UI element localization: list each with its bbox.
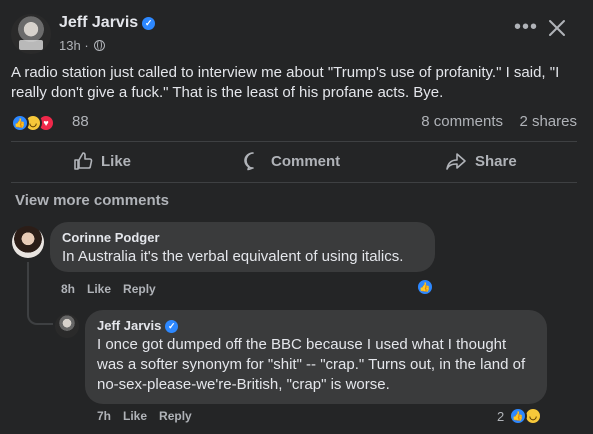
share-icon [446,153,466,170]
more-options-icon[interactable]: ••• [514,17,538,37]
reply-reaction-count[interactable]: 2 [497,409,504,424]
share-button[interactable]: Share [445,143,517,179]
reply-actions: 7h Like Reply [97,409,192,423]
post-header: Jeff Jarvis ✓ 13h · ••• [11,12,582,58]
verified-badge-icon: ✓ [165,320,179,333]
comment-bubble: Corinne Podger In Australia it's the ver… [50,222,435,272]
comments-count[interactable]: 8 comments [421,113,503,130]
comment-time[interactable]: 8h [61,282,75,296]
comment-like-icon[interactable]: 👍 [416,278,434,296]
like-button[interactable]: Like [73,143,131,179]
reply-author-name[interactable]: Jeff Jarvis [97,318,161,333]
share-button-label: Share [475,152,517,170]
like-icon[interactable]: 👍 [11,114,29,132]
reply-author[interactable]: Jeff Jarvis ✓ [97,318,535,334]
reply-like-link[interactable]: Like [123,409,147,423]
comment-author[interactable]: Corinne Podger [62,230,423,246]
comment-like-link[interactable]: Like [87,282,111,296]
comment-icon [244,152,254,171]
post-actions: Like Comment Share [11,143,577,179]
comment-text: In Australia it's the verbal equivalent … [62,248,404,265]
close-icon[interactable] [548,19,566,37]
reply-author-avatar[interactable] [55,314,79,338]
post-text: A radio station just called to interview… [11,64,560,101]
comment-button-label: Comment [271,152,341,170]
comment-button[interactable]: Comment [243,143,340,179]
commenter-avatar[interactable] [12,226,44,258]
reply-time[interactable]: 7h [97,409,111,423]
reaction-count[interactable]: 88 [72,113,89,130]
reply-thread-line [27,262,53,325]
post-author-name[interactable]: Jeff Jarvis [59,14,138,31]
shares-count[interactable]: 2 shares [519,113,577,130]
thumbs-up-icon [74,152,93,170]
comment-actions: 8h Like Reply [61,282,156,296]
globe-icon [94,40,106,51]
reactions-bar: 👍 ◡ ♥ 88 8 comments 2 shares [11,112,583,134]
like-button-label: Like [101,152,132,170]
meta-separator: · [84,38,89,53]
post-time[interactable]: 13h [59,38,81,53]
divider [11,182,577,183]
reply-text: I once got dumped off the BBC because I … [97,336,526,393]
comment-reply-link[interactable]: Reply [123,282,156,296]
view-more-comments-link[interactable]: View more comments [15,192,169,209]
reply-reply-link[interactable]: Reply [159,409,192,423]
reply-like-icon[interactable]: 👍 [509,407,527,425]
divider [11,141,577,142]
verified-badge-icon: ✓ [142,17,156,30]
reply-bubble: Jeff Jarvis ✓ I once got dumped off the B… [85,310,547,404]
author-avatar[interactable] [11,14,51,54]
post-author[interactable]: Jeff Jarvis ✓ [59,14,156,32]
post-meta: 13h · [59,38,106,53]
